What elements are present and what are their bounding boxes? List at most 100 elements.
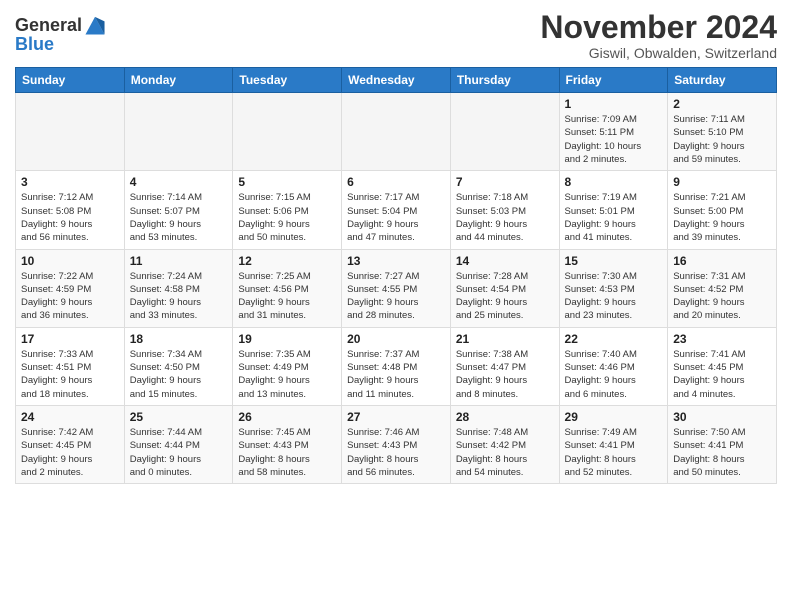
week-row-2: 3Sunrise: 7:12 AM Sunset: 5:08 PM Daylig… [16,171,777,249]
day-cell [342,93,451,171]
day-cell: 30Sunrise: 7:50 AM Sunset: 4:41 PM Dayli… [668,405,777,483]
day-cell: 7 Sunrise: 7:18 AM Sunset: 5:03 PM Daylig… [450,171,559,249]
day-info: Sunrise: 7:24 AM Sunset: 4:58 PM Dayligh… [130,270,228,323]
day-cell: 19 Sunrise: 7:35 AM Sunset: 4:49 PM Dayli… [233,327,342,405]
day-cell [124,93,233,171]
day-cell [450,93,559,171]
weekday-wednesday: Wednesday [342,68,451,93]
day-number: 2 [673,97,771,111]
day-number: 12 [238,254,336,268]
calendar: SundayMondayTuesdayWednesdayThursdayFrid… [15,67,777,484]
weekday-saturday: Saturday [668,68,777,93]
day-info: Sunrise: 7:25 AM Sunset: 4:56 PM Dayligh… [238,270,336,323]
day-info: Sunrise: 7:15 AM Sunset: 5:06 PM Dayligh… [238,191,336,244]
day-cell: 4 Sunrise: 7:14 AM Sunset: 5:07 PM Daylig… [124,171,233,249]
day-number: 9 [673,175,771,189]
day-number: 11 [130,254,228,268]
day-info: Sunrise: 7:31 AM Sunset: 4:52 PM Dayligh… [673,270,771,323]
day-info: Sunrise: 7:44 AM Sunset: 4:44 PM Dayligh… [130,426,228,479]
day-info: Sunrise: 7:45 AM Sunset: 4:43 PM Dayligh… [238,426,336,479]
day-cell: 6 Sunrise: 7:17 AM Sunset: 5:04 PM Daylig… [342,171,451,249]
day-info: Sunrise: 7:09 AM Sunset: 5:11 PM Dayligh… [565,113,663,166]
location: Giswil, Obwalden, Switzerland [540,45,777,61]
day-info: Sunrise: 7:37 AM Sunset: 4:48 PM Dayligh… [347,348,445,401]
day-cell: 10 Sunrise: 7:22 AM Sunset: 4:59 PM Dayli… [16,249,125,327]
day-info: Sunrise: 7:30 AM Sunset: 4:53 PM Dayligh… [565,270,663,323]
logo-blue: Blue [15,34,106,55]
month-title: November 2024 [540,10,777,45]
day-number: 25 [130,410,228,424]
day-info: Sunrise: 7:27 AM Sunset: 4:55 PM Dayligh… [347,270,445,323]
day-cell: 2 Sunrise: 7:11 AM Sunset: 5:10 PM Daylig… [668,93,777,171]
weekday-sunday: Sunday [16,68,125,93]
day-info: Sunrise: 7:28 AM Sunset: 4:54 PM Dayligh… [456,270,554,323]
logo-icon [84,14,106,36]
day-cell: 8 Sunrise: 7:19 AM Sunset: 5:01 PM Daylig… [559,171,668,249]
day-cell: 26 Sunrise: 7:45 AM Sunset: 4:43 PM Dayli… [233,405,342,483]
day-cell: 1 Sunrise: 7:09 AM Sunset: 5:11 PM Daylig… [559,93,668,171]
day-cell: 17Sunrise: 7:33 AM Sunset: 4:51 PM Dayli… [16,327,125,405]
day-number: 14 [456,254,554,268]
day-cell: 20 Sunrise: 7:37 AM Sunset: 4:48 PM Dayli… [342,327,451,405]
day-info: Sunrise: 7:22 AM Sunset: 4:59 PM Dayligh… [21,270,119,323]
day-cell: 9Sunrise: 7:21 AM Sunset: 5:00 PM Daylig… [668,171,777,249]
day-cell [16,93,125,171]
day-info: Sunrise: 7:38 AM Sunset: 4:47 PM Dayligh… [456,348,554,401]
weekday-thursday: Thursday [450,68,559,93]
day-number: 1 [565,97,663,111]
header: General Blue November 2024 Giswil, Obwal… [15,10,777,61]
day-number: 3 [21,175,119,189]
day-cell: 15Sunrise: 7:30 AM Sunset: 4:53 PM Dayli… [559,249,668,327]
day-number: 26 [238,410,336,424]
day-info: Sunrise: 7:17 AM Sunset: 5:04 PM Dayligh… [347,191,445,244]
logo: General Blue [15,14,106,55]
day-cell: 29 Sunrise: 7:49 AM Sunset: 4:41 PM Dayli… [559,405,668,483]
day-info: Sunrise: 7:14 AM Sunset: 5:07 PM Dayligh… [130,191,228,244]
day-number: 19 [238,332,336,346]
day-number: 6 [347,175,445,189]
day-number: 8 [565,175,663,189]
day-number: 10 [21,254,119,268]
week-row-1: 1 Sunrise: 7:09 AM Sunset: 5:11 PM Daylig… [16,93,777,171]
day-cell: 12 Sunrise: 7:25 AM Sunset: 4:56 PM Dayli… [233,249,342,327]
day-number: 29 [565,410,663,424]
day-cell: 22 Sunrise: 7:40 AM Sunset: 4:46 PM Dayli… [559,327,668,405]
day-info: Sunrise: 7:48 AM Sunset: 4:42 PM Dayligh… [456,426,554,479]
day-info: Sunrise: 7:40 AM Sunset: 4:46 PM Dayligh… [565,348,663,401]
week-row-5: 24Sunrise: 7:42 AM Sunset: 4:45 PM Dayli… [16,405,777,483]
day-number: 4 [130,175,228,189]
day-info: Sunrise: 7:49 AM Sunset: 4:41 PM Dayligh… [565,426,663,479]
week-row-3: 10 Sunrise: 7:22 AM Sunset: 4:59 PM Dayli… [16,249,777,327]
day-info: Sunrise: 7:42 AM Sunset: 4:45 PM Dayligh… [21,426,119,479]
day-number: 16 [673,254,771,268]
day-cell: 18Sunrise: 7:34 AM Sunset: 4:50 PM Dayli… [124,327,233,405]
day-info: Sunrise: 7:35 AM Sunset: 4:49 PM Dayligh… [238,348,336,401]
day-cell: 27Sunrise: 7:46 AM Sunset: 4:43 PM Dayli… [342,405,451,483]
day-number: 22 [565,332,663,346]
day-cell: 25 Sunrise: 7:44 AM Sunset: 4:44 PM Dayli… [124,405,233,483]
day-info: Sunrise: 7:19 AM Sunset: 5:01 PM Dayligh… [565,191,663,244]
title-block: November 2024 Giswil, Obwalden, Switzerl… [540,10,777,61]
day-number: 7 [456,175,554,189]
weekday-header-row: SundayMondayTuesdayWednesdayThursdayFrid… [16,68,777,93]
weekday-tuesday: Tuesday [233,68,342,93]
day-info: Sunrise: 7:46 AM Sunset: 4:43 PM Dayligh… [347,426,445,479]
day-cell: 28Sunrise: 7:48 AM Sunset: 4:42 PM Dayli… [450,405,559,483]
day-cell: 14 Sunrise: 7:28 AM Sunset: 4:54 PM Dayli… [450,249,559,327]
day-info: Sunrise: 7:50 AM Sunset: 4:41 PM Dayligh… [673,426,771,479]
day-number: 5 [238,175,336,189]
week-row-4: 17Sunrise: 7:33 AM Sunset: 4:51 PM Dayli… [16,327,777,405]
day-cell: 21Sunrise: 7:38 AM Sunset: 4:47 PM Dayli… [450,327,559,405]
day-number: 20 [347,332,445,346]
day-number: 13 [347,254,445,268]
day-info: Sunrise: 7:34 AM Sunset: 4:50 PM Dayligh… [130,348,228,401]
weekday-monday: Monday [124,68,233,93]
day-info: Sunrise: 7:41 AM Sunset: 4:45 PM Dayligh… [673,348,771,401]
day-info: Sunrise: 7:33 AM Sunset: 4:51 PM Dayligh… [21,348,119,401]
day-cell: 24Sunrise: 7:42 AM Sunset: 4:45 PM Dayli… [16,405,125,483]
day-info: Sunrise: 7:18 AM Sunset: 5:03 PM Dayligh… [456,191,554,244]
weekday-friday: Friday [559,68,668,93]
day-cell: 3Sunrise: 7:12 AM Sunset: 5:08 PM Daylig… [16,171,125,249]
day-info: Sunrise: 7:11 AM Sunset: 5:10 PM Dayligh… [673,113,771,166]
day-cell: 13 Sunrise: 7:27 AM Sunset: 4:55 PM Dayli… [342,249,451,327]
